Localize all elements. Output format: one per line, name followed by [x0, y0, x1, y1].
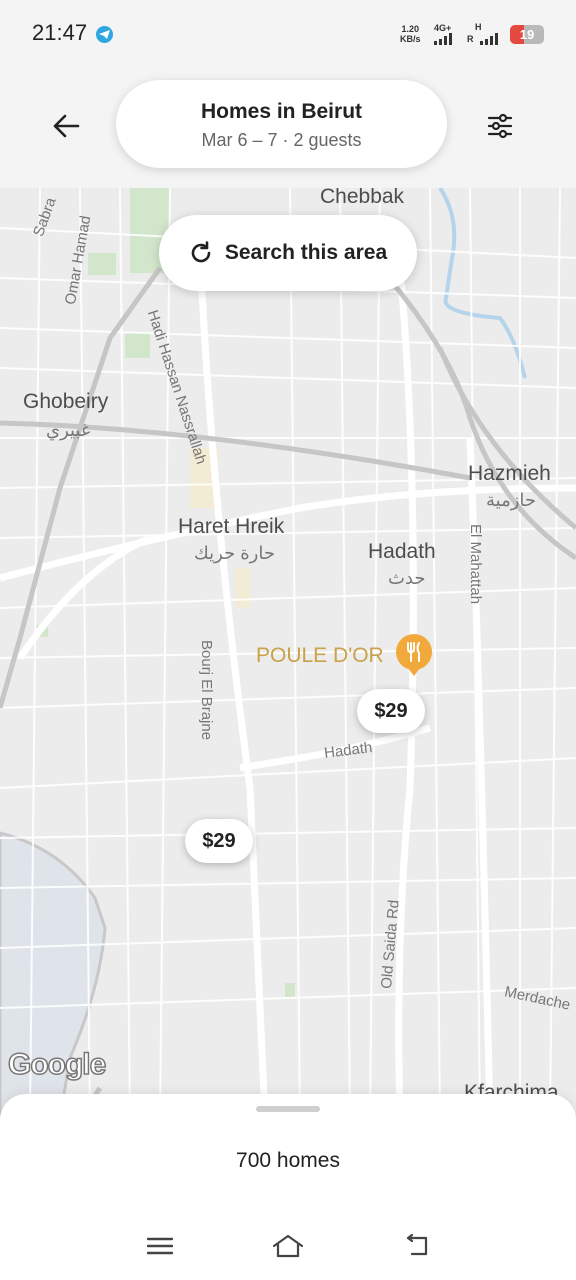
back-nav-button[interactable] — [394, 1228, 438, 1264]
home-icon — [272, 1234, 304, 1258]
telegram-icon — [96, 26, 113, 43]
search-summary-button[interactable]: Homes in Beirut Mar 6 – 7 · 2 guests — [116, 80, 447, 168]
battery-level: 19 — [519, 27, 535, 42]
map[interactable]: Chebbak Sabra Omar Hamad Hadi Hassan Nas… — [0, 188, 576, 1118]
map-label-hadath: Hadath — [368, 540, 436, 563]
map-label-bourj-el-brajne: Bourj El Brajne — [198, 640, 215, 741]
back-icon — [406, 1234, 428, 1256]
battery-icon: 19 — [510, 25, 544, 44]
google-logo: Google — [7, 1047, 107, 1082]
homes-count: 700 homes — [236, 1149, 340, 1172]
menu-button[interactable] — [138, 1228, 182, 1264]
map-label-hazmieh-ar: حازمية — [486, 490, 537, 510]
restaurant-icon[interactable] — [396, 634, 432, 676]
map-label-hazmieh: Hazmieh — [468, 462, 551, 485]
roaming-label: R — [467, 34, 474, 44]
status-bar: 21:47 1.20 KB/s 4G+ H R 19 — [0, 0, 576, 70]
price-pin[interactable]: $29 — [185, 819, 253, 863]
poi-label-poule-dor[interactable]: POULE D'OR — [256, 644, 384, 668]
search-title: Homes in Beirut — [200, 100, 363, 123]
results-bottom-sheet[interactable]: 700 homes — [0, 1094, 576, 1210]
sheet-drag-handle[interactable] — [256, 1106, 320, 1112]
arrow-left-icon — [53, 114, 80, 138]
network-type-label: 4G+ — [434, 23, 452, 33]
home-button[interactable] — [266, 1228, 310, 1264]
signal-icon-2 — [480, 33, 498, 45]
header: Homes in Beirut Mar 6 – 7 · 2 guests — [0, 70, 576, 188]
price-pin[interactable]: $29 — [357, 689, 425, 733]
back-button[interactable] — [40, 104, 92, 148]
map-label-ghobeiry-ar: غبيري — [46, 420, 91, 440]
network-type-label-2: H — [475, 22, 482, 32]
map-label-haret-hreik: Haret Hreik — [178, 515, 285, 538]
signal-icon — [434, 33, 452, 45]
menu-icon — [147, 1237, 173, 1255]
system-nav-bar — [0, 1210, 576, 1280]
map-label-el-mahattah: El Mahattah — [467, 524, 484, 605]
sliders-icon — [487, 113, 513, 139]
status-time: 21:47 — [32, 20, 88, 45]
search-this-area-label: Search this area — [224, 241, 388, 264]
search-this-area-button[interactable]: Search this area — [159, 215, 417, 291]
map-label-haret-hreik-ar: حارة حريك — [194, 543, 275, 563]
search-subtitle: Mar 6 – 7 · 2 guests — [201, 130, 362, 150]
map-label-chebbak: Chebbak — [320, 188, 405, 208]
map-label-hadath-ar: حدث — [388, 568, 426, 588]
network-speed: 1.20 KB/s — [400, 24, 421, 44]
refresh-icon — [191, 241, 211, 263]
map-label-ghobeiry: Ghobeiry — [23, 390, 109, 413]
filter-button[interactable] — [478, 104, 522, 148]
